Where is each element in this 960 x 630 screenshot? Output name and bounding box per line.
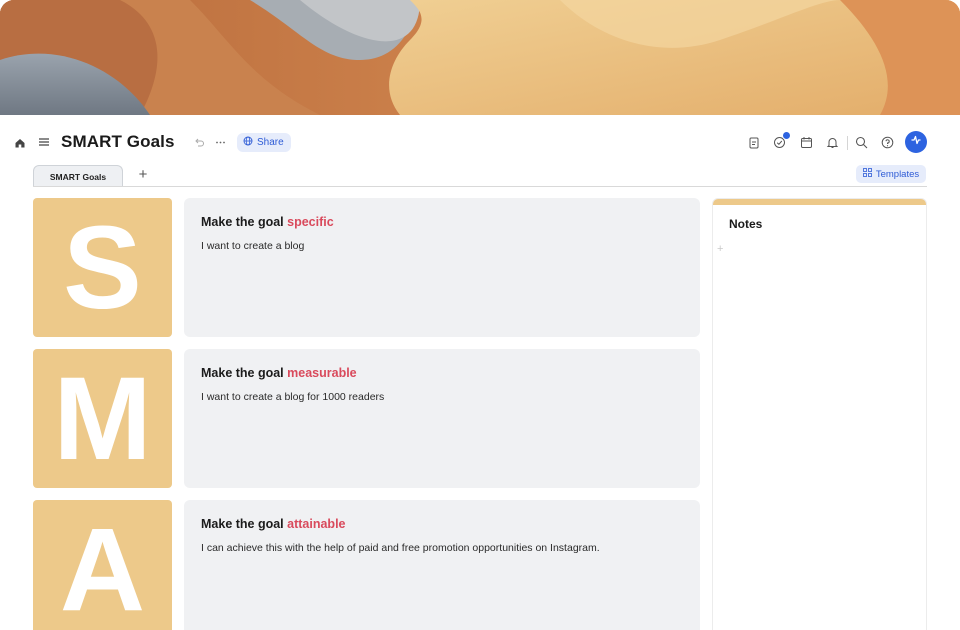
bell-icon[interactable] [826, 136, 839, 149]
goal-heading-prefix: Make the goal [201, 517, 288, 531]
letter-a: A [59, 503, 146, 630]
letter-s: S [63, 201, 142, 334]
share-label: Share [257, 137, 284, 148]
goal-card-specific[interactable]: Make the goal specific I want to create … [184, 198, 700, 337]
add-tab-icon[interactable]: + [136, 167, 150, 182]
menu-icon[interactable] [38, 136, 50, 148]
goal-card-attainable[interactable]: Make the goal attainable I can achieve t… [184, 500, 700, 630]
goal-card-measurable[interactable]: Make the goal measurable I want to creat… [184, 349, 700, 488]
grid-icon [862, 168, 872, 180]
assistant-button[interactable] [905, 131, 927, 153]
notification-badge [782, 131, 791, 140]
search-icon[interactable] [855, 136, 868, 149]
sparkle-icon [910, 133, 922, 151]
undo-icon[interactable] [194, 137, 205, 148]
cover-artwork [0, 0, 960, 115]
goal-heading-prefix: Make the goal [201, 366, 288, 380]
app-window: SMART Goals Share SMART Goals + Template… [0, 0, 960, 630]
notes-title: Notes [729, 217, 763, 231]
goal-heading-accent: measurable [287, 366, 357, 380]
home-icon[interactable] [13, 136, 26, 149]
goal-body[interactable]: I want to create a blog for 1000 readers [201, 391, 683, 403]
goal-heading: Make the goal attainable [201, 517, 683, 531]
globe-icon [243, 136, 253, 149]
goal-heading-prefix: Make the goal [201, 215, 288, 229]
goal-body[interactable]: I can achieve this with the help of paid… [201, 542, 683, 554]
letter-m: M [53, 352, 152, 485]
page-title: SMART Goals [61, 132, 175, 151]
letter-tile-s: S [33, 198, 172, 337]
letter-tile-m: M [33, 349, 172, 488]
add-note-icon[interactable]: + [717, 243, 723, 255]
cover-banner [0, 0, 960, 115]
goal-heading: Make the goal measurable [201, 366, 683, 380]
calendar-icon[interactable] [800, 136, 813, 149]
goal-body[interactable]: I want to create a blog [201, 240, 683, 252]
notes-accent-bar [713, 199, 926, 205]
clipboard-icon[interactable] [747, 136, 760, 149]
goal-heading-accent: attainable [287, 517, 346, 531]
letter-tile-a: A [33, 500, 172, 630]
help-icon[interactable] [881, 136, 894, 149]
goal-heading-accent: specific [287, 215, 334, 229]
notes-panel[interactable]: Notes + [712, 198, 927, 630]
tabs-divider [33, 186, 927, 187]
templates-label: Templates [875, 168, 920, 180]
share-button[interactable]: Share [237, 133, 291, 152]
more-icon[interactable] [215, 137, 226, 148]
templates-button[interactable]: Templates [856, 165, 926, 183]
tab-smart-goals[interactable]: SMART Goals [33, 165, 123, 187]
toolbar-divider [847, 136, 848, 150]
goal-heading: Make the goal specific [201, 215, 683, 229]
